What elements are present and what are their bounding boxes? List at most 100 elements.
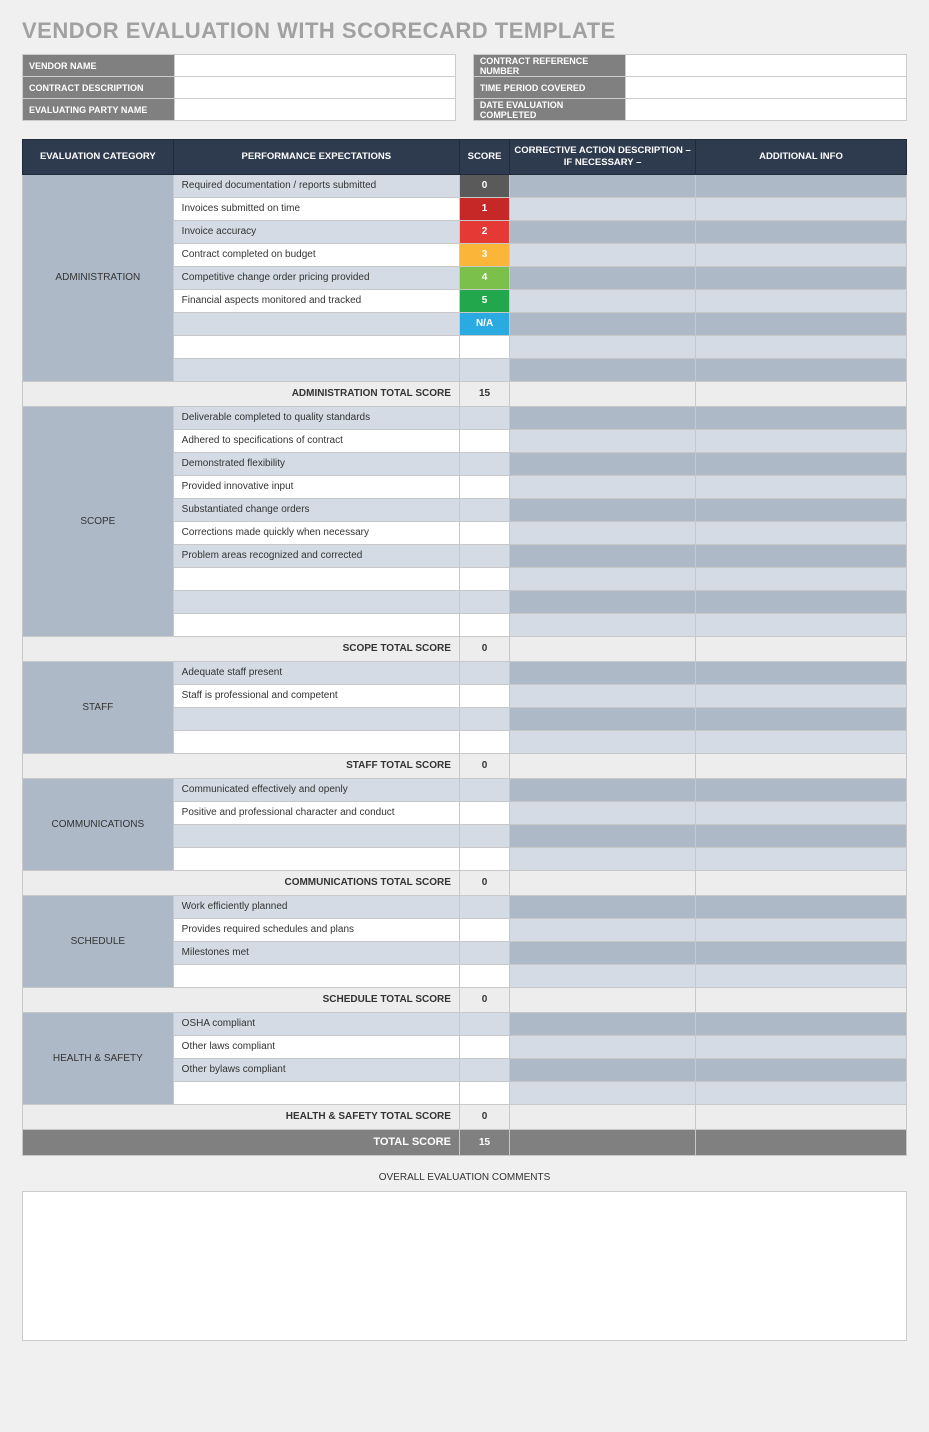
corrective-cell[interactable] [510, 266, 696, 289]
score-cell[interactable] [459, 1081, 509, 1104]
corrective-cell[interactable] [510, 1058, 696, 1081]
additional-cell[interactable] [696, 1012, 907, 1035]
additional-cell[interactable] [696, 707, 907, 730]
additional-cell[interactable] [696, 613, 907, 636]
additional-cell[interactable] [696, 452, 907, 475]
performance-cell[interactable] [173, 1081, 459, 1104]
corrective-cell[interactable] [510, 707, 696, 730]
score-cell[interactable] [459, 801, 509, 824]
corrective-cell[interactable] [510, 498, 696, 521]
additional-cell[interactable] [696, 498, 907, 521]
additional-cell[interactable] [696, 964, 907, 987]
corrective-cell[interactable] [510, 220, 696, 243]
additional-cell[interactable] [696, 661, 907, 684]
score-cell[interactable] [459, 475, 509, 498]
score-cell[interactable] [459, 452, 509, 475]
score-cell[interactable] [459, 824, 509, 847]
score-cell[interactable]: N/A [459, 312, 509, 335]
performance-cell[interactable] [173, 335, 459, 358]
corrective-cell[interactable] [510, 358, 696, 381]
corrective-cell[interactable] [510, 778, 696, 801]
corrective-cell[interactable] [510, 941, 696, 964]
score-cell[interactable]: 2 [459, 220, 509, 243]
corrective-cell[interactable] [510, 895, 696, 918]
performance-cell[interactable]: Positive and professional character and … [173, 801, 459, 824]
additional-cell[interactable] [696, 778, 907, 801]
additional-cell[interactable] [696, 1058, 907, 1081]
performance-cell[interactable] [173, 613, 459, 636]
score-cell[interactable]: 4 [459, 266, 509, 289]
score-cell[interactable] [459, 498, 509, 521]
additional-cell[interactable] [696, 289, 907, 312]
info-value-right[interactable] [626, 99, 907, 121]
additional-cell[interactable] [696, 1035, 907, 1058]
additional-cell[interactable] [696, 801, 907, 824]
score-cell[interactable] [459, 661, 509, 684]
score-cell[interactable] [459, 847, 509, 870]
additional-cell[interactable] [696, 730, 907, 753]
performance-cell[interactable]: Milestones met [173, 941, 459, 964]
additional-cell[interactable] [696, 429, 907, 452]
score-cell[interactable] [459, 613, 509, 636]
additional-cell[interactable] [696, 475, 907, 498]
performance-cell[interactable]: Contract completed on budget [173, 243, 459, 266]
score-cell[interactable] [459, 521, 509, 544]
performance-cell[interactable]: Staff is professional and competent [173, 684, 459, 707]
additional-cell[interactable] [696, 684, 907, 707]
additional-cell[interactable] [696, 406, 907, 429]
score-cell[interactable] [459, 429, 509, 452]
performance-cell[interactable] [173, 730, 459, 753]
score-cell[interactable] [459, 730, 509, 753]
corrective-cell[interactable] [510, 801, 696, 824]
performance-cell[interactable] [173, 312, 459, 335]
score-cell[interactable] [459, 567, 509, 590]
performance-cell[interactable]: Problem areas recognized and corrected [173, 544, 459, 567]
additional-cell[interactable] [696, 824, 907, 847]
additional-cell[interactable] [696, 895, 907, 918]
corrective-cell[interactable] [510, 174, 696, 197]
score-cell[interactable] [459, 895, 509, 918]
info-value-left[interactable] [175, 55, 456, 77]
score-cell[interactable] [459, 406, 509, 429]
info-value-right[interactable] [626, 77, 907, 99]
info-value-left[interactable] [175, 99, 456, 121]
score-cell[interactable]: 1 [459, 197, 509, 220]
corrective-cell[interactable] [510, 475, 696, 498]
corrective-cell[interactable] [510, 289, 696, 312]
score-cell[interactable] [459, 778, 509, 801]
performance-cell[interactable] [173, 964, 459, 987]
score-cell[interactable] [459, 335, 509, 358]
performance-cell[interactable]: Work efficiently planned [173, 895, 459, 918]
corrective-cell[interactable] [510, 1012, 696, 1035]
additional-cell[interactable] [696, 220, 907, 243]
performance-cell[interactable] [173, 707, 459, 730]
corrective-cell[interactable] [510, 964, 696, 987]
additional-cell[interactable] [696, 197, 907, 220]
score-cell[interactable]: 3 [459, 243, 509, 266]
score-cell[interactable] [459, 1035, 509, 1058]
performance-cell[interactable]: OSHA compliant [173, 1012, 459, 1035]
performance-cell[interactable]: Invoices submitted on time [173, 197, 459, 220]
corrective-cell[interactable] [510, 918, 696, 941]
performance-cell[interactable]: Corrections made quickly when necessary [173, 521, 459, 544]
performance-cell[interactable]: Invoice accuracy [173, 220, 459, 243]
score-cell[interactable] [459, 1012, 509, 1035]
additional-cell[interactable] [696, 174, 907, 197]
additional-cell[interactable] [696, 544, 907, 567]
score-cell[interactable] [459, 358, 509, 381]
additional-cell[interactable] [696, 243, 907, 266]
performance-cell[interactable]: Substantiated change orders [173, 498, 459, 521]
corrective-cell[interactable] [510, 312, 696, 335]
comments-box[interactable] [22, 1191, 907, 1341]
additional-cell[interactable] [696, 918, 907, 941]
score-cell[interactable] [459, 964, 509, 987]
performance-cell[interactable] [173, 847, 459, 870]
corrective-cell[interactable] [510, 661, 696, 684]
score-cell[interactable] [459, 590, 509, 613]
corrective-cell[interactable] [510, 1081, 696, 1104]
additional-cell[interactable] [696, 266, 907, 289]
performance-cell[interactable]: Deliverable completed to quality standar… [173, 406, 459, 429]
additional-cell[interactable] [696, 941, 907, 964]
corrective-cell[interactable] [510, 1035, 696, 1058]
additional-cell[interactable] [696, 358, 907, 381]
